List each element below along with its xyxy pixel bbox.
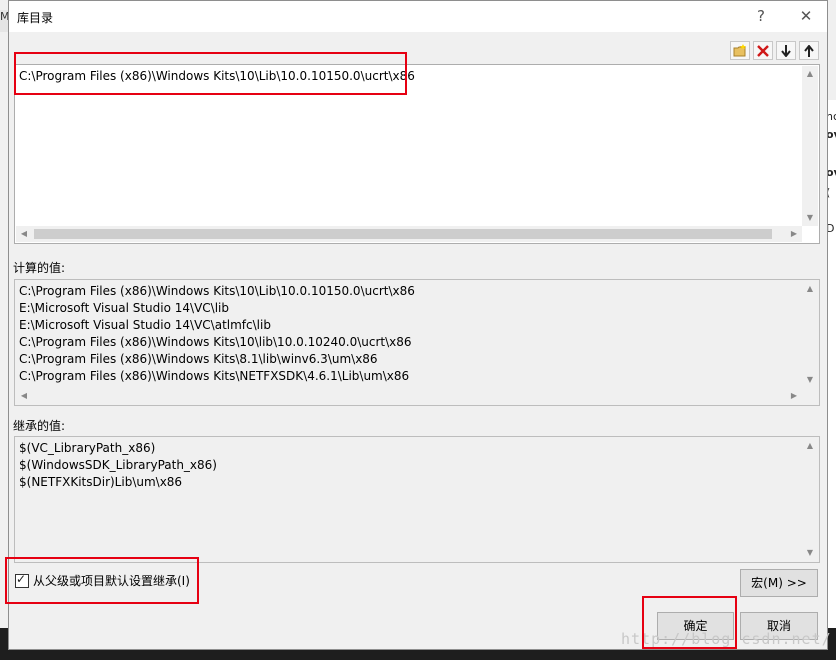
- scroll-up-arrow[interactable]: ▲: [802, 438, 818, 454]
- list-item: C:\Program Files (x86)\Windows Kits\10\L…: [19, 284, 415, 298]
- dialog-title: 库目录: [17, 11, 54, 25]
- scroll-up-arrow[interactable]: ▲: [802, 281, 818, 297]
- inherited-value-label: 继承的值:: [13, 419, 66, 433]
- new-folder-icon: [733, 44, 746, 57]
- scroll-left-arrow[interactable]: ◀: [16, 388, 32, 404]
- scroll-thumb[interactable]: [34, 229, 772, 239]
- vertical-scrollbar[interactable]: ▲ ▼: [802, 281, 818, 388]
- scroll-down-arrow[interactable]: ▼: [802, 210, 818, 226]
- list-item: $(VC_LibraryPath_x86): [19, 441, 156, 455]
- help-button[interactable]: ?: [750, 6, 772, 26]
- delete-line-button[interactable]: [753, 41, 773, 60]
- list-item: E:\Microsoft Visual Studio 14\VC\lib: [19, 301, 229, 315]
- library-directories-dialog: 库目录 ? ✕ C:\Program Files (x86)\Windows K…: [8, 0, 831, 650]
- move-down-button[interactable]: [776, 41, 796, 60]
- list-item: $(WindowsSDK_LibraryPath_x86): [19, 458, 217, 472]
- list-item: C:\Program Files (x86)\Windows Kits\8.1\…: [19, 352, 378, 366]
- annotation-highlight: [5, 557, 199, 604]
- scroll-left-arrow[interactable]: ◀: [16, 226, 32, 242]
- scroll-down-arrow[interactable]: ▼: [802, 372, 818, 388]
- new-line-button[interactable]: [730, 41, 750, 60]
- inherited-value-list: $(VC_LibraryPath_x86) $(WindowsSDK_Libra…: [14, 436, 820, 563]
- vertical-scrollbar[interactable]: ▲ ▼: [802, 66, 818, 226]
- scroll-down-arrow[interactable]: ▼: [802, 545, 818, 561]
- evaluated-value-list: C:\Program Files (x86)\Windows Kits\10\L…: [14, 279, 820, 406]
- title-bar: 库目录 ? ✕: [9, 1, 827, 32]
- close-button[interactable]: ✕: [795, 6, 817, 26]
- annotation-highlight: [14, 52, 407, 95]
- move-up-button[interactable]: [799, 41, 819, 60]
- scroll-up-arrow[interactable]: ▲: [802, 66, 818, 82]
- list-item: C:\Program Files (x86)\Windows Kits\NETF…: [19, 369, 410, 383]
- scroll-right-arrow[interactable]: ▶: [786, 388, 802, 404]
- list-item: E:\Microsoft Visual Studio 14\VC\atlmfc\…: [19, 318, 271, 332]
- list-toolbar: [730, 41, 819, 61]
- list-item: C:\Program Files (x86)\Windows Kits\10\l…: [19, 335, 412, 349]
- horizontal-scrollbar[interactable]: ◀ ▶: [16, 388, 802, 404]
- arrow-down-icon: [781, 44, 791, 57]
- evaluated-value-label: 计算的值:: [13, 261, 66, 275]
- arrow-up-icon: [804, 44, 814, 57]
- list-item: $(NETFXKitsDir)Lib\um\x86: [19, 475, 183, 489]
- horizontal-scrollbar[interactable]: ◀ ▶: [16, 226, 802, 242]
- macros-button[interactable]: 宏(M) >>: [740, 569, 818, 597]
- scroll-right-arrow[interactable]: ▶: [786, 226, 802, 242]
- annotation-highlight: [642, 596, 737, 649]
- delete-icon: [757, 44, 769, 57]
- vertical-scrollbar[interactable]: ▲ ▼: [802, 438, 818, 561]
